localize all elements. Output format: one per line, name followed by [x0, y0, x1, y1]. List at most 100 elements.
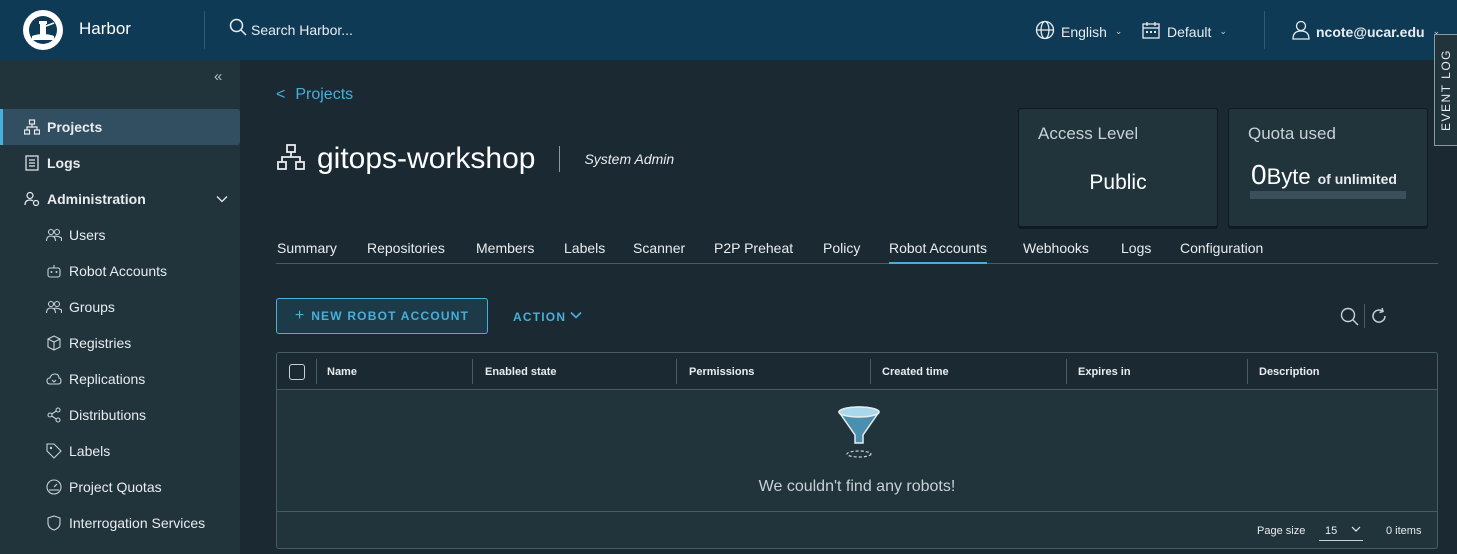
sidebar-item-registries[interactable]: Registries [0, 325, 240, 361]
chevron-down-icon [216, 192, 228, 208]
quota-card: Quota used 0 Byte of unlimited [1228, 108, 1428, 227]
quotas-icon [46, 479, 62, 495]
column-header-name[interactable]: Name [327, 353, 357, 390]
harbor-logo[interactable] [23, 10, 63, 50]
sidebar-item-distributions[interactable]: Distributions [0, 397, 240, 433]
sidebar-item-label: Robot Accounts [69, 263, 168, 279]
search-input[interactable] [251, 21, 451, 38]
administration-icon [24, 191, 40, 207]
event-log-tab[interactable]: EVENT LOG [1434, 34, 1457, 146]
language-label: English [1061, 23, 1107, 40]
column-header-description[interactable]: Description [1259, 353, 1320, 390]
sidebar-item-users[interactable]: Users [0, 217, 240, 253]
labels-icon [46, 443, 62, 459]
users-icon [46, 227, 62, 243]
theme-label: Default [1167, 23, 1212, 40]
project-tabs: Summary Repositories Members Labels Scan… [276, 238, 1438, 264]
globe-icon [1035, 20, 1055, 43]
column-divider[interactable] [1247, 359, 1248, 384]
search-box[interactable] [229, 18, 451, 41]
filter-funnel-icon [835, 405, 883, 466]
quota-limit: of unlimited [1317, 171, 1397, 187]
empty-message: We couldn't find any robots! [758, 478, 956, 495]
sidebar-item-labels[interactable]: Labels [0, 433, 240, 469]
theme-selector[interactable]: Default ⌄ [1141, 20, 1227, 43]
tab-p2p-preheat[interactable]: P2P Preheat [714, 240, 793, 256]
sidebar-item-logs[interactable]: Logs [0, 145, 240, 181]
tab-webhooks[interactable]: Webhooks [1023, 240, 1089, 256]
groups-icon [46, 299, 62, 315]
title-divider [559, 146, 561, 172]
quota-unit: Byte [1266, 164, 1311, 189]
access-level-value: Public [1089, 171, 1147, 194]
action-dropdown[interactable]: ACTION [513, 309, 582, 324]
page-title: gitops-workshop [317, 142, 536, 175]
user-icon [1292, 20, 1310, 43]
tab-configuration[interactable]: Configuration [1180, 240, 1263, 256]
replications-icon [46, 371, 62, 387]
page-size-select[interactable]: 15 [1319, 521, 1363, 541]
tab-scanner[interactable]: Scanner [633, 240, 685, 256]
tab-policy[interactable]: Policy [823, 240, 860, 256]
chevron-down-icon [570, 309, 582, 324]
chevron-down-icon [1351, 524, 1361, 537]
breadcrumb[interactable]: < Projects [276, 86, 353, 104]
table-footer: Page size 15 0 items [277, 511, 1437, 548]
sidebar-item-project-quotas[interactable]: Project Quotas [0, 469, 240, 505]
access-level-card: Access Level Public [1018, 108, 1218, 227]
user-menu[interactable]: ncote@ucar.edu ⌄ [1292, 20, 1440, 43]
event-log-label: EVENT LOG [1439, 49, 1453, 131]
page-size-value: 15 [1325, 524, 1338, 537]
sidebar-item-label: Distributions [69, 407, 147, 423]
action-label: ACTION [513, 309, 567, 324]
sidebar-item-label: Project Quotas [69, 479, 162, 495]
tab-logs[interactable]: Logs [1121, 240, 1151, 256]
collapse-sidebar-icon[interactable]: « [214, 68, 222, 85]
column-header-expires-in[interactable]: Expires in [1078, 353, 1131, 390]
shield-icon [46, 515, 62, 531]
logs-icon [24, 155, 40, 171]
column-divider[interactable] [472, 359, 473, 384]
brand-name[interactable]: Harbor [79, 19, 131, 39]
column-divider[interactable] [676, 359, 677, 384]
sidebar-item-label: Logs [47, 155, 81, 171]
card-title: Quota used [1248, 124, 1336, 143]
tab-labels[interactable]: Labels [564, 240, 605, 256]
new-robot-account-button[interactable]: + NEW ROBOT ACCOUNT [276, 298, 488, 334]
empty-state: We couldn't find any robots! [277, 390, 1437, 511]
column-header-permissions[interactable]: Permissions [689, 353, 754, 390]
chevron-left-icon: < [276, 86, 286, 103]
language-selector[interactable]: English ⌄ [1035, 20, 1122, 43]
tab-repositories[interactable]: Repositories [367, 240, 445, 256]
column-header-created-time[interactable]: Created time [882, 353, 949, 390]
column-divider[interactable] [1066, 359, 1067, 384]
sidebar-item-label: Groups [69, 299, 115, 315]
refresh-icon[interactable] [1369, 306, 1389, 326]
column-divider[interactable] [870, 359, 871, 384]
robot-icon [46, 263, 62, 279]
sidebar-item-label: Registries [69, 335, 132, 351]
robot-accounts-table: Name Enabled state Permissions Created t… [276, 352, 1438, 549]
item-count: 0 items [1386, 525, 1422, 537]
sidebar-item-groups[interactable]: Groups [0, 289, 240, 325]
sidebar-item-label: Replications [69, 371, 146, 387]
tab-robot-accounts[interactable]: Robot Accounts [889, 240, 988, 264]
tab-summary[interactable]: Summary [277, 240, 337, 256]
user-name: ncote@ucar.edu [1316, 23, 1425, 40]
select-all-checkbox[interactable] [289, 364, 305, 380]
sidebar-item-administration[interactable]: Administration [0, 181, 240, 217]
search-icon[interactable] [1339, 306, 1359, 326]
project-role: System Admin [584, 151, 675, 167]
column-header-enabled-state[interactable]: Enabled state [485, 353, 557, 390]
sidebar-item-replications[interactable]: Replications [0, 361, 240, 397]
projects-icon [24, 119, 40, 135]
sidebar-item-interrogation-services[interactable]: Interrogation Services [0, 505, 240, 541]
chevron-down-icon: ⌄ [1219, 26, 1227, 36]
breadcrumb-projects-link[interactable]: Projects [295, 86, 353, 104]
sidebar-item-projects[interactable]: Projects [0, 109, 240, 145]
quota-progress-bar [1250, 191, 1406, 199]
toolbar-divider [1364, 304, 1365, 328]
tab-members[interactable]: Members [476, 240, 534, 256]
sidebar-item-robot-accounts[interactable]: Robot Accounts [0, 253, 240, 289]
column-divider [316, 359, 317, 384]
